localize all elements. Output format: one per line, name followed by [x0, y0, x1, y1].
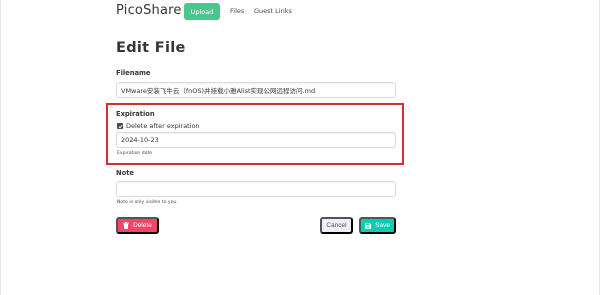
- delete-after-expiration-row[interactable]: Delete after expiration: [117, 122, 200, 130]
- delete-after-expiration-label: Delete after expiration: [126, 122, 200, 130]
- save-button[interactable]: Save: [359, 217, 396, 234]
- expiration-help-text: Expiration date: [117, 151, 153, 156]
- cancel-button[interactable]: Cancel: [320, 217, 353, 234]
- delete-button[interactable]: Delete: [116, 217, 159, 234]
- brand-logo[interactable]: PicoShare: [116, 3, 182, 18]
- filename-label: Filename: [116, 69, 151, 77]
- nav-upload-button[interactable]: Upload: [184, 3, 220, 20]
- expiration-label: Expiration: [116, 110, 155, 118]
- delete-button-label: Delete: [133, 222, 152, 229]
- page-title: Edit File: [116, 40, 186, 56]
- nav-files-link[interactable]: Files: [230, 7, 244, 15]
- expiration-date-input[interactable]: 2024-10-23: [116, 132, 396, 148]
- trash-icon: [123, 222, 130, 229]
- save-button-label: Save: [375, 222, 390, 229]
- navbar: PicoShare Upload Files Guest Links: [0, 0, 600, 26]
- nav-guest-links-link[interactable]: Guest Links: [254, 7, 292, 15]
- floppy-disk-icon: [365, 222, 372, 229]
- page-left-border: [0, 0, 1, 295]
- note-label: Note: [116, 169, 134, 177]
- note-input[interactable]: [116, 181, 396, 197]
- delete-after-expiration-checkbox[interactable]: [117, 123, 123, 129]
- note-help-text: Note is only visible to you.: [117, 200, 178, 205]
- cancel-button-label: Cancel: [326, 222, 347, 229]
- checkmark-icon: [117, 124, 123, 128]
- filename-input[interactable]: VMware安装飞牛云（fnOS)并挂载小雅Alist实现公网远程访问.md: [116, 82, 396, 98]
